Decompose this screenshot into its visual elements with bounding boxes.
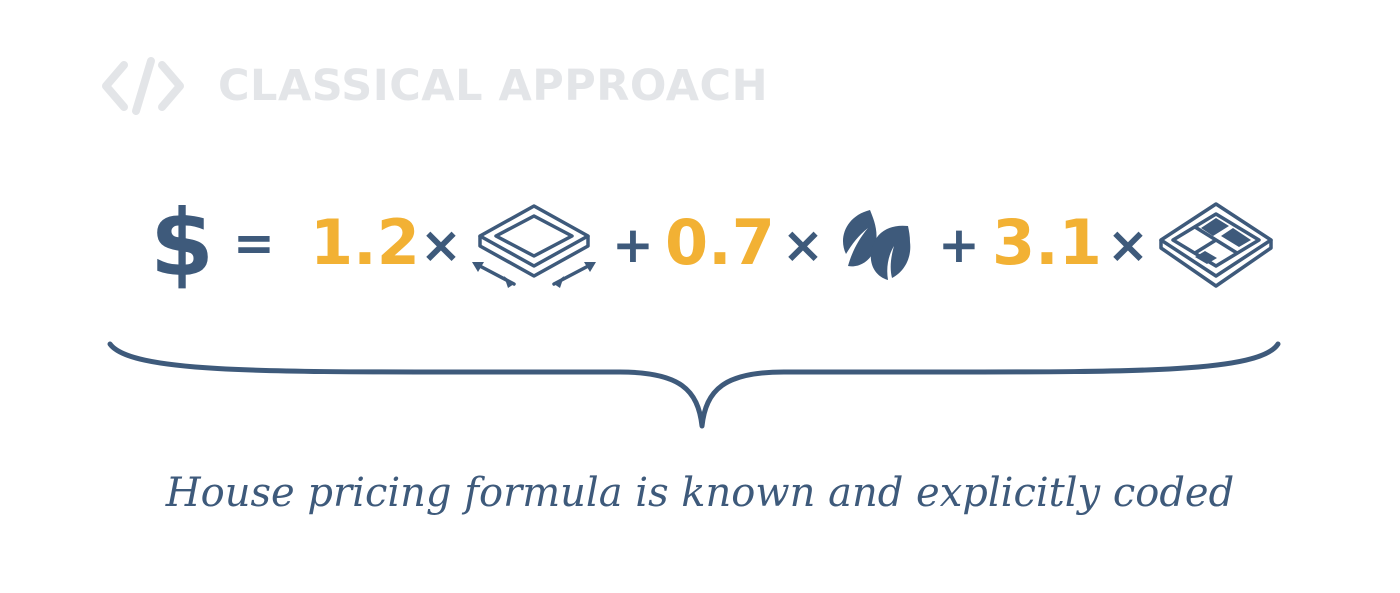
multiply-sign: × [782,216,824,274]
coefficient-area: 1.2 [310,206,420,279]
plus-sign: + [938,216,980,274]
price-symbol: $ [150,190,215,297]
coefficient-leaf: 0.7 [665,206,775,279]
curly-brace [107,341,1281,429]
multiply-sign: × [420,216,462,274]
leaf-icon [843,210,911,280]
floor-area-icon [472,204,596,288]
floor-plan-icon [1159,202,1273,288]
coefficient-floor-plan: 3.1 [992,206,1102,279]
formula-caption: House pricing formula is known and expli… [165,470,1235,516]
equals-sign: = [233,214,275,272]
plus-sign: + [612,216,654,274]
multiply-sign: × [1107,216,1149,274]
